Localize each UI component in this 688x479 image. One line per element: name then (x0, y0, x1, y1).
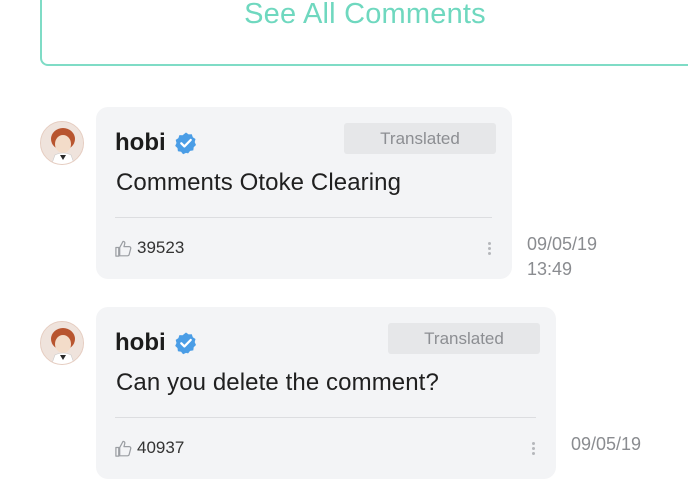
more-options-icon[interactable] (528, 440, 538, 460)
translated-badge[interactable]: Translated (344, 123, 496, 154)
author-row: hobi (115, 328, 198, 358)
comment-bubble: hobi Translated Can you delete the comme… (96, 307, 556, 479)
divider (115, 217, 492, 218)
avatar[interactable] (40, 321, 84, 365)
comment-date: 09/05/19 (571, 434, 642, 454)
like-count: 39523 (137, 238, 185, 257)
like-count: 40937 (137, 438, 185, 457)
comment-bubble: hobi Translated Comments Otoke Clearing … (96, 107, 512, 279)
author-name[interactable]: hobi (115, 329, 166, 357)
verified-badge-icon (174, 332, 196, 355)
author-row: hobi (115, 128, 198, 158)
divider (115, 417, 536, 418)
like-button[interactable]: 40937 (114, 438, 184, 458)
see-all-comments-label: See All Comments (244, 0, 486, 30)
thumbs-up-icon (115, 240, 132, 257)
author-name[interactable]: hobi (115, 129, 166, 157)
comment-text: Can you delete the comment? (116, 369, 439, 396)
comment-timestamp: 09/05/19 13:49 (527, 232, 597, 282)
more-options-icon[interactable] (484, 240, 494, 260)
see-all-comments-button[interactable]: See All Comments (40, 0, 688, 66)
like-button[interactable]: 39523 (114, 238, 184, 258)
verified-badge-icon (174, 132, 196, 155)
comment-time: 13:49 (527, 259, 573, 279)
comment-timestamp: 09/05/19 (571, 432, 641, 457)
comment-date: 09/05/19 (527, 234, 598, 254)
comment-text: Comments Otoke Clearing (116, 169, 402, 196)
avatar[interactable] (40, 121, 84, 165)
translated-badge[interactable]: Translated (388, 323, 540, 354)
